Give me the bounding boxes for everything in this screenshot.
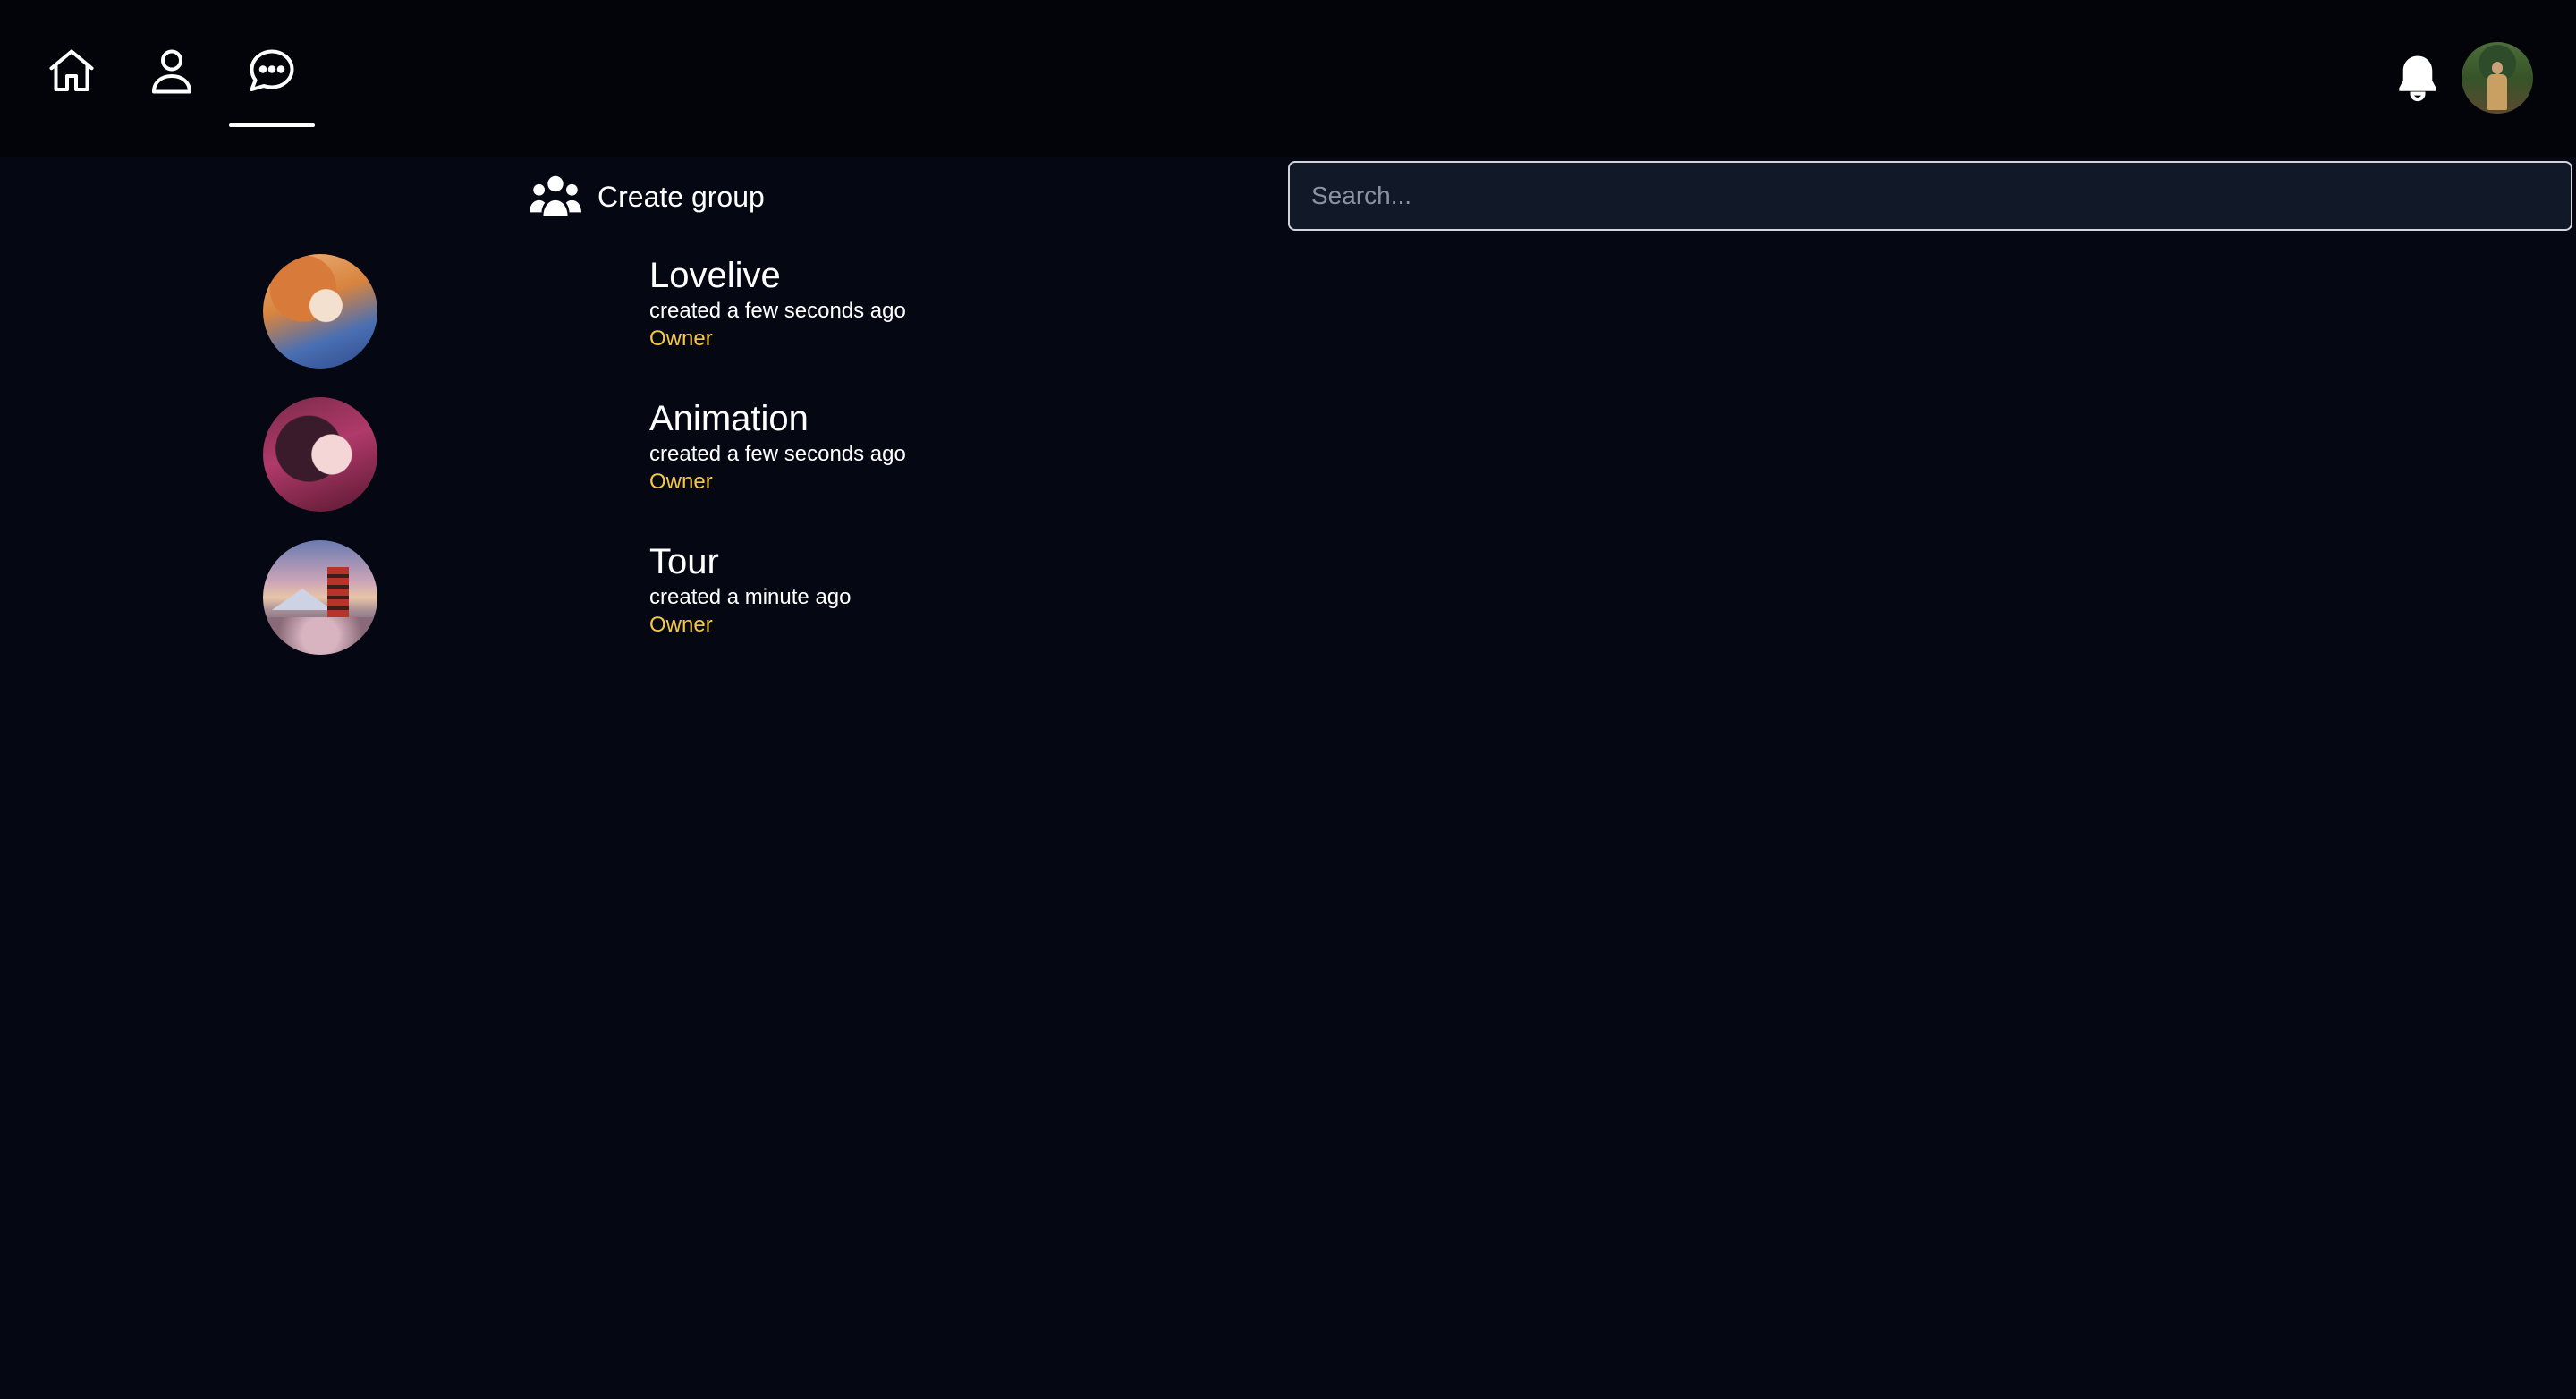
user-avatar[interactable] (2462, 42, 2533, 114)
user-icon (152, 49, 191, 94)
group-name: Lovelive (649, 256, 781, 295)
avatar-figure-body (2487, 74, 2507, 110)
group-avatar (263, 540, 377, 655)
group-info: Tour created a minute ago Owner (649, 540, 851, 639)
group-info: Animation created a few seconds ago Owne… (649, 397, 906, 496)
group-role-badge: Owner (649, 470, 713, 494)
group-info: Lovelive created a few seconds ago Owner (649, 254, 906, 352)
chat-bubble-icon (250, 49, 294, 91)
avatar-mountain (272, 589, 333, 610)
search-input[interactable] (1288, 161, 2572, 231)
group-name: Animation (649, 399, 809, 438)
group-name: Tour (649, 542, 719, 581)
messages-nav-button[interactable] (243, 43, 301, 100)
notifications-button[interactable] (2390, 50, 2445, 106)
home-nav-button[interactable] (43, 43, 100, 100)
group-list-item[interactable]: Tour created a minute ago Owner (263, 540, 979, 666)
group-created-time: created a few seconds ago (649, 442, 906, 466)
active-tab-indicator (229, 123, 315, 127)
group-list-item[interactable]: Lovelive created a few seconds ago Owner (263, 254, 979, 379)
group-role-badge: Owner (649, 326, 713, 351)
group-avatar (263, 254, 377, 369)
home-icon (49, 49, 94, 91)
group-list-item[interactable]: Animation created a few seconds ago Owne… (263, 397, 979, 522)
profile-nav-button[interactable] (143, 43, 200, 100)
top-navigation-bar (0, 0, 2576, 157)
group-role-badge: Owner (649, 613, 713, 637)
group-avatar (263, 397, 377, 512)
create-group-label: Create group (597, 180, 765, 213)
bell-icon (2399, 55, 2436, 102)
group-created-time: created a few seconds ago (649, 299, 906, 323)
group-users-icon (530, 175, 581, 216)
create-group-button[interactable]: Create group (530, 172, 765, 222)
avatar-blossoms (263, 617, 377, 655)
group-created-time: created a minute ago (649, 585, 852, 609)
avatar-figure-head (2492, 62, 2503, 74)
